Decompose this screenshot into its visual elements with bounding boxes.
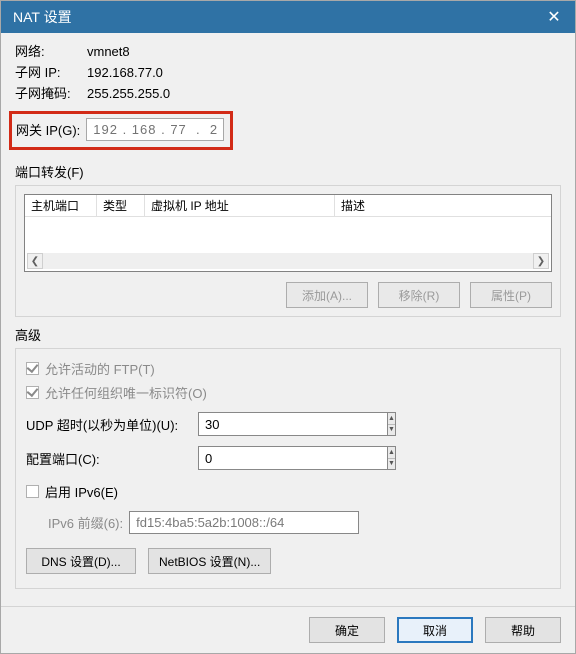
nat-settings-dialog: NAT 设置 ✕ 网络: vmnet8 子网 IP: 192.168.77.0 … bbox=[0, 0, 576, 654]
enable-ipv6-checkbox[interactable] bbox=[26, 485, 39, 498]
subnet-mask-label: 子网掩码: bbox=[15, 85, 87, 103]
allow-ftp-row: 允许活动的 FTP(T) bbox=[26, 359, 550, 378]
ok-button[interactable]: 确定 bbox=[309, 617, 385, 643]
dialog-footer: 确定 取消 帮助 bbox=[1, 606, 575, 653]
ipv6-prefix-label: IPv6 前缀(6): bbox=[48, 513, 123, 532]
subnet-ip-value: 192.168.77.0 bbox=[87, 64, 163, 82]
config-port-spinner[interactable]: ▲ ▼ bbox=[198, 446, 358, 470]
network-value: vmnet8 bbox=[87, 43, 130, 61]
udp-timeout-label: UDP 超时(以秒为单位)(U): bbox=[26, 415, 198, 434]
network-label: 网络: bbox=[15, 43, 87, 61]
spin-up-icon[interactable]: ▲ bbox=[388, 413, 395, 425]
config-port-label: 配置端口(C): bbox=[26, 449, 198, 468]
allow-ftp-label: 允许活动的 FTP(T) bbox=[45, 359, 155, 378]
ipv6-prefix-input[interactable] bbox=[129, 511, 359, 534]
allow-oui-row: 允许任何组织唯一标识符(O) bbox=[26, 383, 550, 402]
col-vm-ip[interactable]: 虚拟机 IP 地址 bbox=[145, 195, 335, 216]
properties-button[interactable]: 属性(P) bbox=[470, 282, 552, 308]
advanced-group-label: 高级 bbox=[15, 325, 561, 344]
help-button[interactable]: 帮助 bbox=[485, 617, 561, 643]
close-icon: ✕ bbox=[547, 7, 560, 27]
table-header: 主机端口 类型 虚拟机 IP 地址 描述 bbox=[25, 195, 551, 217]
enable-ipv6-row: 启用 IPv6(E) bbox=[26, 482, 550, 501]
gateway-highlight: 网关 IP(G): bbox=[9, 111, 233, 150]
netbios-settings-button[interactable]: NetBIOS 设置(N)... bbox=[148, 548, 271, 574]
col-desc[interactable]: 描述 bbox=[335, 195, 551, 216]
allow-ftp-checkbox[interactable] bbox=[26, 362, 39, 375]
add-button[interactable]: 添加(A)... bbox=[286, 282, 368, 308]
port-forward-group-label: 端口转发(F) bbox=[15, 162, 561, 181]
h-scrollbar[interactable]: ❮ ❯ bbox=[27, 253, 549, 269]
titlebar: NAT 设置 ✕ bbox=[1, 1, 575, 33]
remove-button[interactable]: 移除(R) bbox=[378, 282, 460, 308]
allow-oui-checkbox[interactable] bbox=[26, 386, 39, 399]
col-type[interactable]: 类型 bbox=[97, 195, 145, 216]
gateway-input[interactable] bbox=[86, 118, 224, 141]
close-button[interactable]: ✕ bbox=[533, 1, 575, 33]
port-forward-table[interactable]: 主机端口 类型 虚拟机 IP 地址 描述 ❮ ❯ bbox=[24, 194, 552, 272]
scroll-left-icon[interactable]: ❮ bbox=[27, 253, 43, 269]
gateway-label: 网关 IP(G): bbox=[16, 120, 80, 139]
scroll-track[interactable] bbox=[43, 253, 533, 269]
config-port-input[interactable] bbox=[198, 446, 387, 470]
subnet-ip-label: 子网 IP: bbox=[15, 64, 87, 82]
col-host-port[interactable]: 主机端口 bbox=[25, 195, 97, 216]
udp-timeout-spinner[interactable]: ▲ ▼ bbox=[198, 412, 358, 436]
scroll-right-icon[interactable]: ❯ bbox=[533, 253, 549, 269]
allow-oui-label: 允许任何组织唯一标识符(O) bbox=[45, 383, 207, 402]
subnet-mask-value: 255.255.255.0 bbox=[87, 85, 170, 103]
dns-settings-button[interactable]: DNS 设置(D)... bbox=[26, 548, 136, 574]
udp-timeout-input[interactable] bbox=[198, 412, 387, 436]
spin-down-icon[interactable]: ▼ bbox=[388, 425, 395, 436]
window-title: NAT 设置 bbox=[13, 7, 72, 27]
enable-ipv6-label: 启用 IPv6(E) bbox=[45, 482, 118, 501]
spin-up-icon[interactable]: ▲ bbox=[388, 447, 395, 459]
spin-down-icon[interactable]: ▼ bbox=[388, 459, 395, 470]
cancel-button[interactable]: 取消 bbox=[397, 617, 473, 643]
